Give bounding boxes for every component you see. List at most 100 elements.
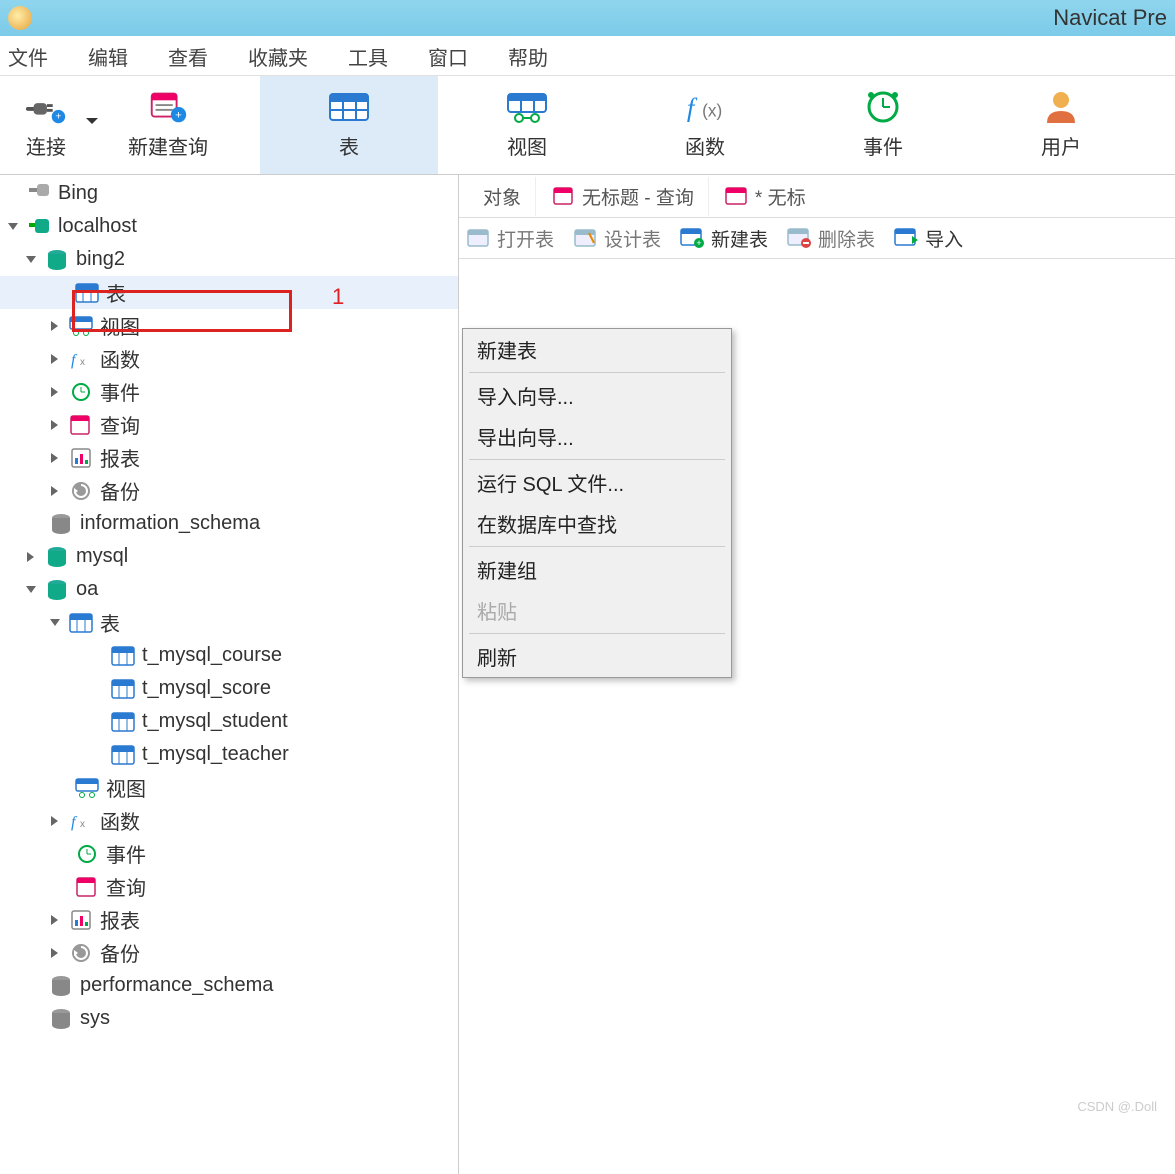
open-table-button[interactable]: 打开表: [465, 225, 554, 252]
view-icon: [505, 87, 549, 127]
tree-oa-reports[interactable]: 报表: [0, 903, 458, 936]
tree-backups[interactable]: 备份: [0, 474, 458, 507]
table-icon: [327, 87, 371, 127]
tab-untitled-query[interactable]: 无标题 - 查询: [536, 177, 709, 216]
tree-events[interactable]: 事件: [0, 375, 458, 408]
separator: [469, 372, 725, 373]
function-button[interactable]: f(x) 函数: [616, 76, 794, 174]
ctx-export-wizard[interactable]: 导出向导...: [463, 416, 731, 457]
expand-toggle-icon[interactable]: [48, 913, 62, 927]
expand-toggle-icon[interactable]: [48, 385, 62, 399]
expand-toggle-icon[interactable]: [48, 814, 62, 828]
new-query-icon: +: [146, 87, 190, 127]
tree-db-mysql[interactable]: mysql: [0, 540, 458, 573]
tree-table-student[interactable]: t_mysql_student: [0, 705, 458, 738]
expand-toggle-icon[interactable]: [48, 319, 62, 333]
tree-views[interactable]: 视图: [0, 309, 458, 342]
tree-table-course[interactable]: t_mysql_course: [0, 639, 458, 672]
tree-reports[interactable]: 报表: [0, 441, 458, 474]
svg-text:+: +: [175, 109, 182, 121]
tree-table-teacher[interactable]: t_mysql_teacher: [0, 738, 458, 771]
tree-oa-backups[interactable]: 备份: [0, 936, 458, 969]
table-delete-icon: [786, 227, 812, 249]
expand-toggle-icon[interactable]: [48, 352, 62, 366]
navicat-logo-icon: [8, 6, 32, 30]
menu-window[interactable]: 窗口: [428, 42, 468, 71]
plug-icon: +: [24, 87, 68, 127]
ctx-import-wizard[interactable]: 导入向导...: [463, 375, 731, 416]
design-table-button[interactable]: 设计表: [572, 225, 661, 252]
expand-toggle-icon[interactable]: [48, 946, 62, 960]
expand-toggle-icon[interactable]: [48, 616, 62, 630]
expand-toggle-icon[interactable]: [6, 220, 20, 234]
svg-text:f: f: [71, 352, 78, 369]
ctx-new-table[interactable]: 新建表: [463, 329, 731, 370]
object-toolbar: 打开表 设计表 + 新建表 删除表 导入: [459, 218, 1175, 259]
tree-connection-localhost[interactable]: localhost: [0, 210, 458, 243]
clock-icon: [68, 381, 94, 403]
separator: [469, 633, 725, 634]
svg-text:+: +: [55, 110, 61, 122]
expand-toggle-icon[interactable]: [48, 451, 62, 465]
menu-help[interactable]: 帮助: [508, 42, 548, 71]
tree-functions[interactable]: fx 函数: [0, 342, 458, 375]
menu-edit[interactable]: 编辑: [88, 42, 128, 71]
main-toolbar: + 连接 + 新建查询 表 视图 f(x) 函数 事件: [0, 76, 1175, 175]
table-open-icon: [465, 227, 491, 249]
tree-db-sys[interactable]: sys: [0, 1002, 458, 1035]
menu-favorites[interactable]: 收藏夹: [248, 42, 308, 71]
tab-objects[interactable]: 对象: [469, 177, 536, 216]
table-design-icon: [572, 227, 598, 249]
tree-db-information-schema[interactable]: information_schema: [0, 507, 458, 540]
ctx-run-sql-file[interactable]: 运行 SQL 文件...: [463, 462, 731, 503]
tree-tables[interactable]: 表: [0, 276, 458, 309]
ctx-new-group[interactable]: 新建组: [463, 549, 731, 590]
connect-button[interactable]: + 连接: [0, 76, 104, 174]
import-button[interactable]: 导入: [893, 225, 963, 252]
menu-file[interactable]: 文件: [8, 42, 48, 71]
delete-table-button[interactable]: 删除表: [786, 225, 875, 252]
database-icon: [48, 1008, 74, 1030]
menu-tools[interactable]: 工具: [348, 42, 388, 71]
tree-db-oa[interactable]: oa: [0, 573, 458, 606]
view-icon: [68, 315, 94, 337]
tree-db-performance-schema[interactable]: performance_schema: [0, 969, 458, 1002]
new-table-button[interactable]: + 新建表: [679, 225, 768, 252]
window-title: Navicat Pre: [1053, 5, 1167, 31]
tab-untitled-truncated[interactable]: * 无标: [709, 177, 820, 216]
table-button[interactable]: 表: [260, 76, 438, 174]
report-icon: [68, 909, 94, 931]
user-button[interactable]: 用户: [972, 76, 1150, 174]
svg-text:(x): (x): [702, 100, 722, 120]
view-button[interactable]: 视图: [438, 76, 616, 174]
clock-icon: [861, 87, 905, 127]
tree-table-score[interactable]: t_mysql_score: [0, 672, 458, 705]
database-icon: [48, 975, 74, 997]
table-icon: [68, 612, 94, 634]
tree-oa-views[interactable]: 视图: [0, 771, 458, 804]
tree-db-bing2[interactable]: bing2: [0, 243, 458, 276]
expand-toggle-icon[interactable]: [48, 418, 62, 432]
ctx-refresh[interactable]: 刷新: [463, 636, 731, 677]
table-icon: [723, 185, 749, 207]
expand-toggle-icon[interactable]: [24, 550, 38, 564]
menu-view[interactable]: 查看: [168, 42, 208, 71]
dropdown-caret-icon[interactable]: [86, 118, 98, 130]
expand-toggle-icon[interactable]: [24, 253, 38, 267]
connection-active-icon: [26, 216, 52, 238]
tree-queries[interactable]: 查询: [0, 408, 458, 441]
expand-toggle-icon[interactable]: [48, 484, 62, 498]
svg-text:f: f: [687, 92, 698, 122]
table-icon: [110, 744, 136, 766]
expand-toggle-icon[interactable]: [24, 583, 38, 597]
view-icon: [74, 777, 100, 799]
event-button[interactable]: 事件: [794, 76, 972, 174]
tree-oa-queries[interactable]: 查询: [0, 870, 458, 903]
tree-connection-bing[interactable]: Bing: [0, 177, 458, 210]
tree-oa-tables[interactable]: 表: [0, 606, 458, 639]
new-query-button[interactable]: + 新建查询: [104, 76, 232, 174]
ctx-find-in-db[interactable]: 在数据库中查找: [463, 503, 731, 544]
tree-oa-functions[interactable]: fx 函数: [0, 804, 458, 837]
svg-text:f: f: [71, 814, 78, 831]
tree-oa-events[interactable]: 事件: [0, 837, 458, 870]
